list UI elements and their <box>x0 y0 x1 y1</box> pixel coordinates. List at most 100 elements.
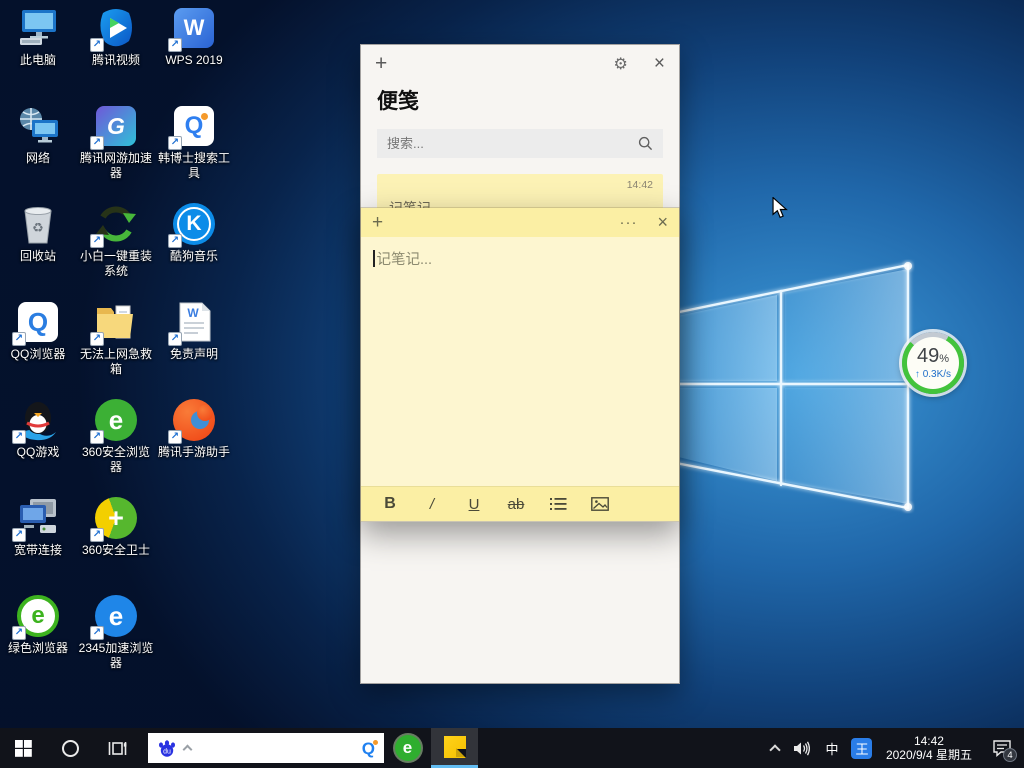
shortcut-arrow-icon: ↗ <box>90 528 104 542</box>
qq-game-penguin-icon: ↗ <box>15 398 61 442</box>
windows-logo-icon <box>15 740 32 757</box>
strikethrough-button[interactable]: ab <box>495 489 537 519</box>
desktop-icon-network[interactable]: 网络 <box>0 104 76 166</box>
desktop-icon-2345-browser[interactable]: e ↗ 2345加速浏览器 <box>78 594 154 671</box>
taskbar-item-360-browser[interactable]: e <box>384 728 431 768</box>
memory-percent: 49% <box>917 346 949 369</box>
insert-image-button[interactable] <box>579 489 621 519</box>
close-icon[interactable]: × <box>654 53 665 75</box>
widget-inner: 49% ↑ 0.3K/s <box>907 337 959 389</box>
sticky-note-titlebar[interactable]: + ··· × <box>361 208 679 237</box>
green-browser-icon: e ↗ <box>15 594 61 638</box>
taskbar-item-sticky-notes-active[interactable] <box>431 728 478 768</box>
start-button[interactable] <box>0 728 47 768</box>
icon-label: 无法上网急救箱 <box>78 347 154 377</box>
shortcut-arrow-icon: ↗ <box>168 332 182 346</box>
icon-label: 腾讯视频 <box>78 53 154 68</box>
speed-widget[interactable]: 49% ↑ 0.3K/s <box>902 332 964 394</box>
desktop-icon-disclaimer[interactable]: W ↗ 免责声明 <box>156 300 232 362</box>
shortcut-arrow-icon: ↗ <box>90 430 104 444</box>
task-view-icon <box>108 740 127 757</box>
desktop-icon-qq-game[interactable]: ↗ QQ游戏 <box>0 398 76 460</box>
xiaobai-reinstall-icon: ↗ <box>93 202 139 246</box>
shortcut-arrow-icon: ↗ <box>168 234 182 248</box>
desktop-icon-hanboshi-search[interactable]: Q ↗ 韩博士搜索工具 <box>156 104 232 181</box>
menu-ellipsis-icon[interactable]: ··· <box>619 214 637 231</box>
desktop-icon-recycle-bin[interactable]: ♻ 回收站 <box>0 202 76 264</box>
icon-label: 2345加速浏览器 <box>78 641 154 671</box>
desktop-icon-wps-2019[interactable]: W ↗ WPS 2019 <box>156 6 232 68</box>
notification-count-badge: 4 <box>1003 748 1017 762</box>
shortcut-arrow-icon: ↗ <box>12 528 26 542</box>
disclaimer-doc-icon: W ↗ <box>171 300 217 344</box>
settings-gear-icon[interactable]: ⚙ <box>614 54 628 74</box>
desktop-icon-kugou-music[interactable]: K ↗ 酷狗音乐 <box>156 202 232 264</box>
taskbar-clock[interactable]: 14:42 2020/9/4 星期五 <box>878 728 980 768</box>
360-browser-icon: e <box>395 735 421 761</box>
desktop-icon-tencent-game-booster[interactable]: G ↗ 腾讯网游加速器 <box>78 104 154 181</box>
new-note-button[interactable]: + <box>372 212 383 234</box>
hanboshi-search-icon: Q ↗ <box>171 104 217 148</box>
360-guard-icon: + ↗ <box>93 496 139 540</box>
desktop-icon-this-pc[interactable]: 此电脑 <box>0 6 76 68</box>
shortcut-arrow-icon: ↗ <box>90 234 104 248</box>
note-editor[interactable]: 记笔记... <box>361 237 679 486</box>
desktop-icon-xiaobai-reinstall[interactable]: ↗ 小白一键重装系统 <box>78 202 154 279</box>
icon-label: QQ浏览器 <box>0 347 76 362</box>
icon-label: 免责声明 <box>156 347 232 362</box>
notes-search-box[interactable] <box>377 129 663 158</box>
desktop-icon-360-browser[interactable]: e ↗ 360安全浏览器 <box>78 398 154 475</box>
up-arrow-icon: ↑ <box>915 369 920 380</box>
notes-list-titlebar: + ⚙ × <box>361 45 679 83</box>
broadband-icon: ↗ <box>15 496 61 540</box>
hanboshi-search-icon[interactable]: Q <box>362 740 375 757</box>
tray-overflow-button[interactable] <box>762 728 788 768</box>
desktop-icon-broadband[interactable]: ↗ 宽带连接 <box>0 496 76 558</box>
shortcut-arrow-icon: ↗ <box>90 38 104 52</box>
icon-label: 腾讯网游加速器 <box>78 151 154 181</box>
cortana-circle-icon <box>62 740 79 757</box>
cortana-button[interactable] <box>47 728 94 768</box>
desktop-icon-network-firstaid[interactable]: ↗ 无法上网急救箱 <box>78 300 154 377</box>
icon-label: 网络 <box>0 151 76 166</box>
svg-text:du: du <box>163 749 171 756</box>
note-placeholder: 记笔记... <box>377 252 433 268</box>
task-view-button[interactable] <box>94 728 141 768</box>
desktop-icon-tencent-video[interactable]: ↗ 腾讯视频 <box>78 6 154 68</box>
system-tray: 中 王 14:42 2020/9/4 星期五 4 <box>762 728 1024 768</box>
text-cursor <box>373 250 375 267</box>
shortcut-arrow-icon: ↗ <box>168 430 182 444</box>
close-icon[interactable]: × <box>657 212 668 233</box>
clock-time: 14:42 <box>914 734 944 748</box>
sticky-note-window: + ··· × 记笔记... B / U ab <box>360 207 680 522</box>
shortcut-arrow-icon: ↗ <box>168 136 182 150</box>
clock-date: 2020/9/4 星期五 <box>886 748 972 762</box>
network-icon <box>15 104 61 148</box>
desktop-icon-green-browser[interactable]: e ↗ 绿色浏览器 <box>0 594 76 656</box>
new-note-button[interactable]: + <box>375 52 387 76</box>
recycle-bin-icon: ♻ <box>15 202 61 246</box>
shortcut-arrow-icon: ↗ <box>90 332 104 346</box>
desktop-icon-tencent-mobile-assistant[interactable]: ↗ 腾讯手游助手 <box>156 398 232 460</box>
action-center-button[interactable]: 4 <box>980 728 1024 768</box>
icon-label: 韩博士搜索工具 <box>156 151 232 181</box>
bullet-list-button[interactable] <box>537 489 579 519</box>
volume-button[interactable] <box>788 728 818 768</box>
icon-label: 绿色浏览器 <box>0 641 76 656</box>
shortcut-arrow-icon: ↗ <box>90 136 104 150</box>
italic-button[interactable]: / <box>411 489 453 519</box>
shortcut-arrow-icon: ↗ <box>12 430 26 444</box>
shortcut-arrow-icon: ↗ <box>12 332 26 346</box>
wang-input-button[interactable]: 王 <box>846 728 878 768</box>
desktop-icon-360-guard[interactable]: + ↗ 360安全卫士 <box>78 496 154 558</box>
ime-indicator[interactable]: 中 <box>818 728 846 768</box>
search-input[interactable] <box>387 136 638 151</box>
chevron-up-icon[interactable] <box>183 745 193 755</box>
qq-browser-icon: Q ↗ <box>15 300 61 344</box>
icon-label: 腾讯手游助手 <box>156 445 232 460</box>
underline-button[interactable]: U <box>453 489 495 519</box>
bold-button[interactable]: B <box>369 489 411 519</box>
taskbar-search-box[interactable]: du Q <box>148 733 384 763</box>
icon-label: WPS 2019 <box>156 53 232 68</box>
desktop-icon-qq-browser[interactable]: Q ↗ QQ浏览器 <box>0 300 76 362</box>
